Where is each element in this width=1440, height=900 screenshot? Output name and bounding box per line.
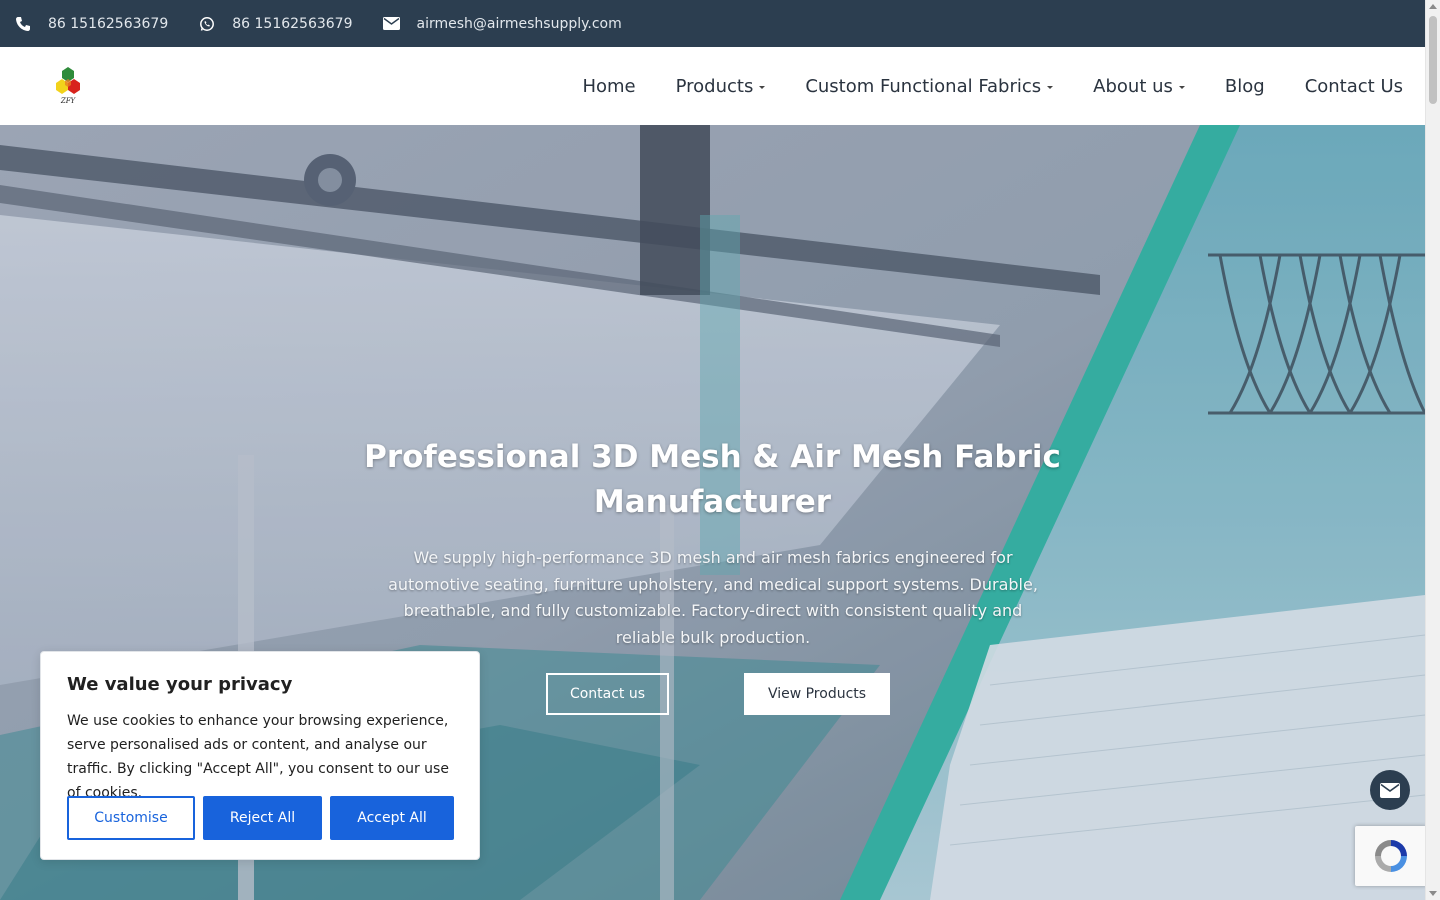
cookie-title: We value your privacy xyxy=(67,674,293,695)
chevron-down-icon xyxy=(1178,85,1185,89)
nav-about-label: About us xyxy=(1093,75,1173,97)
whatsapp-icon xyxy=(198,15,216,33)
nav-blog[interactable]: Blog xyxy=(1225,76,1265,97)
envelope-icon xyxy=(1380,782,1400,798)
email-address: airmesh@airmeshsupply.com xyxy=(416,15,622,32)
nav-about-us[interactable]: About us xyxy=(1093,76,1185,97)
nav-blog-label: Blog xyxy=(1224,75,1265,97)
nav-home-label: Home xyxy=(582,75,636,97)
recaptcha-badge[interactable] xyxy=(1355,826,1427,886)
topbar-whatsapp[interactable]: 86 15162563679 xyxy=(198,15,353,33)
nav-home[interactable]: Home xyxy=(582,76,635,97)
nav-contact-label: Contact Us xyxy=(1304,75,1403,97)
page-scrollbar[interactable] xyxy=(1425,0,1440,900)
chevron-down-icon xyxy=(1047,85,1054,89)
floating-email-button[interactable] xyxy=(1370,770,1410,810)
nav-contact-us[interactable]: Contact Us xyxy=(1305,76,1403,97)
view-products-button[interactable]: View Products xyxy=(744,673,890,715)
site-header: ZFY Home Products Custom Functional Fabr… xyxy=(0,47,1425,125)
accept-all-button[interactable]: Accept All xyxy=(330,796,454,840)
phone-number: 86 15162563679 xyxy=(48,15,169,32)
hero-subtitle: We supply high-performance 3D mesh and a… xyxy=(388,548,1038,647)
top-contact-bar: 86 15162563679 86 15162563679 airmesh@ai… xyxy=(0,0,1425,47)
topbar-email[interactable]: airmesh@airmeshsupply.com xyxy=(383,15,622,33)
nav-custom-functional-fabrics[interactable]: Custom Functional Fabrics xyxy=(805,75,1054,97)
main-nav: Home Products Custom Functional Fabrics … xyxy=(542,47,1403,125)
customise-button[interactable]: Customise xyxy=(67,796,195,840)
cookie-body: We use cookies to enhance your browsing … xyxy=(67,713,449,801)
hero-title-line2: Manufacturer xyxy=(593,484,832,520)
hero-title: Professional 3D Mesh & Air Mesh Fabric M… xyxy=(360,435,1065,525)
nav-custom-fabrics-label: Custom Functional Fabrics xyxy=(805,75,1042,97)
scrollbar-thumb[interactable] xyxy=(1429,16,1437,104)
phone-icon xyxy=(14,15,32,33)
logo-text: ZFY xyxy=(60,97,77,105)
chevron-down-icon xyxy=(759,85,766,89)
envelope-icon xyxy=(383,15,401,33)
site-logo[interactable]: ZFY xyxy=(54,65,82,105)
nav-products-label: Products xyxy=(675,75,754,97)
logo-icon: ZFY xyxy=(56,67,80,105)
cookie-consent-banner: We value your privacy We use cookies to … xyxy=(40,651,480,860)
contact-us-button[interactable]: Contact us xyxy=(546,673,669,715)
scroll-up-arrow-icon[interactable] xyxy=(1429,4,1437,9)
reject-all-button[interactable]: Reject All xyxy=(203,796,322,840)
whatsapp-number: 86 15162563679 xyxy=(232,15,353,32)
topbar-phone[interactable]: 86 15162563679 xyxy=(14,15,168,33)
scroll-down-arrow-icon[interactable] xyxy=(1429,891,1437,896)
recaptcha-icon xyxy=(1375,840,1407,872)
hero-title-line1: Professional 3D Mesh & Air Mesh Fabric xyxy=(364,439,1061,475)
nav-products[interactable]: Products xyxy=(676,76,766,97)
